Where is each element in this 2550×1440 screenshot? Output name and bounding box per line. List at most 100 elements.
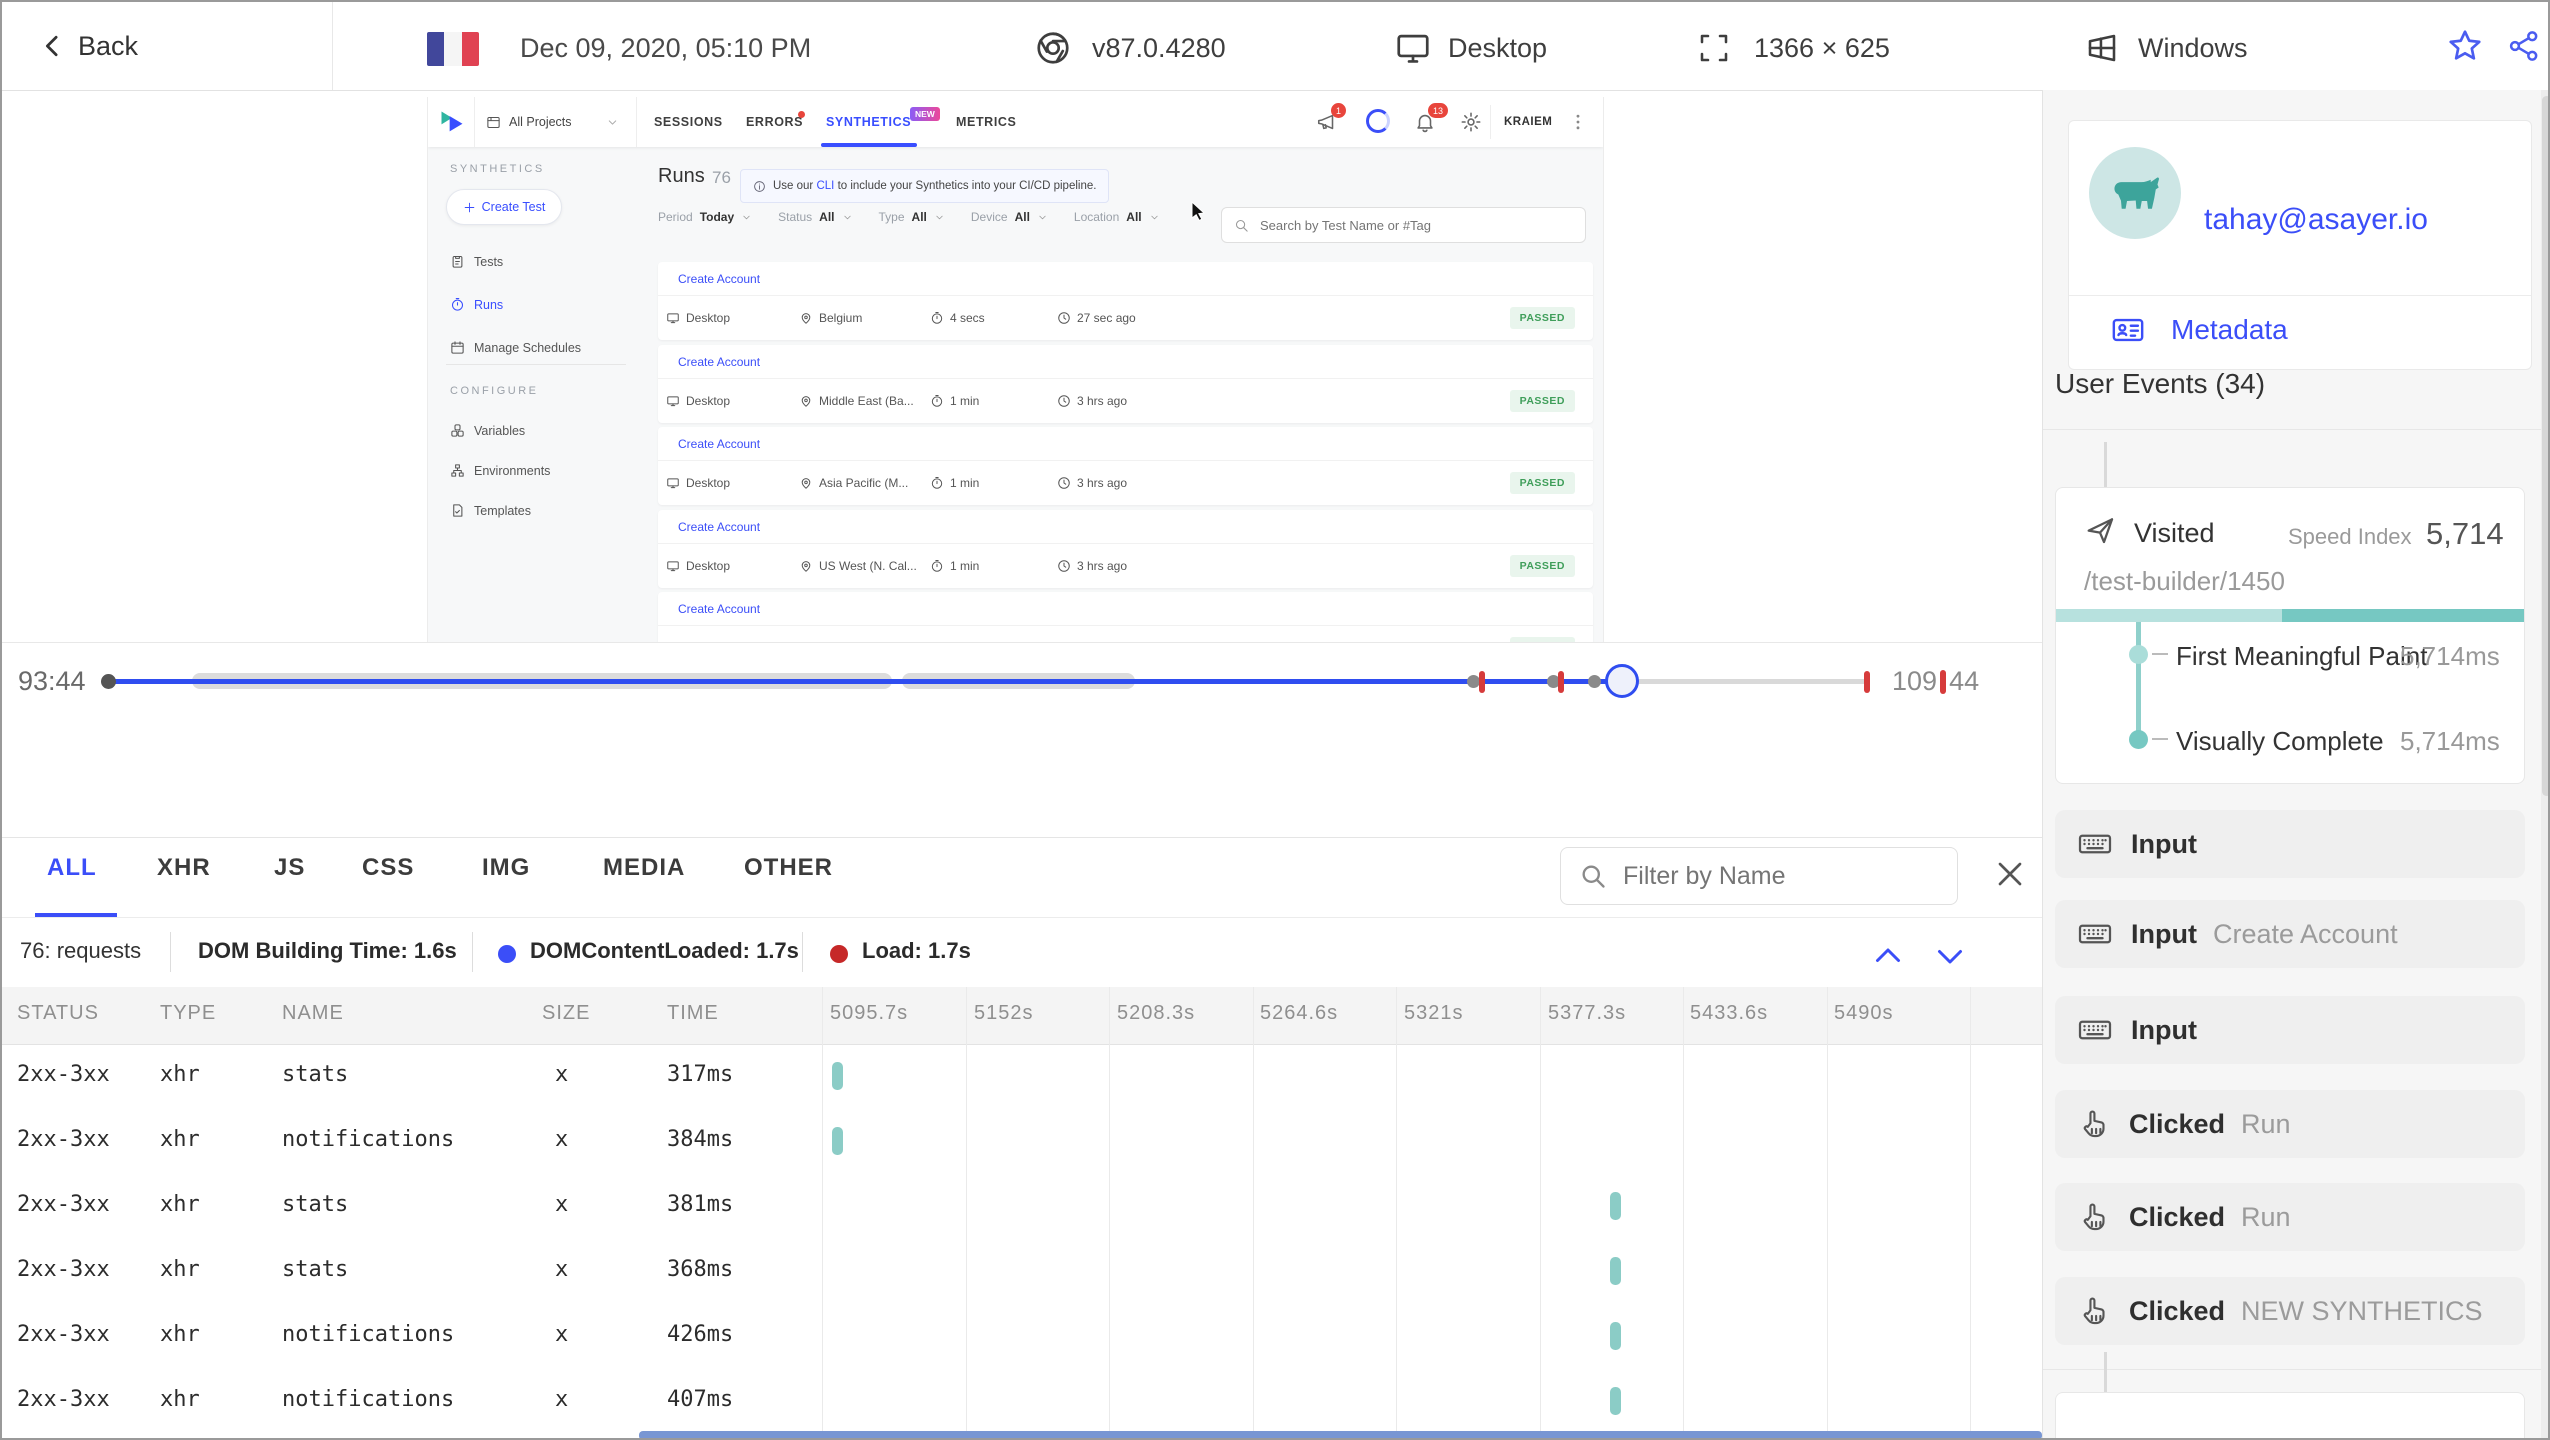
- sidebar-item-variables[interactable]: Variables: [450, 423, 525, 438]
- error-marker[interactable]: [1479, 671, 1485, 693]
- event-connector-line: [2104, 442, 2107, 487]
- network-row[interactable]: 2xx-3xx xhr notifications x 426ms: [2, 1304, 2042, 1369]
- runs-page-title: Runs: [658, 165, 705, 187]
- run-name-link[interactable]: Create Account: [658, 345, 1593, 379]
- location-pin-icon: [799, 311, 813, 325]
- status-badge: PASSED: [1509, 472, 1575, 494]
- network-tab-css[interactable]: CSS: [362, 854, 414, 882]
- divider: [636, 97, 637, 147]
- event-marker-dot[interactable]: [1588, 675, 1601, 688]
- chevron-down-icon: [842, 212, 853, 223]
- network-row[interactable]: 2xx-3xx xhr notifications x 407ms: [2, 1369, 2042, 1434]
- clock-icon: [1057, 476, 1071, 490]
- jump-up-icon[interactable]: [1870, 938, 1906, 974]
- event-item-input[interactable]: Input: [2055, 810, 2525, 878]
- tab-sessions[interactable]: SESSIONS: [654, 115, 723, 129]
- sidebar-item-templates[interactable]: Templates: [450, 503, 531, 518]
- filter-device[interactable]: Device All: [971, 210, 1048, 224]
- waterfall-bar: [1610, 1387, 1621, 1415]
- filter-type[interactable]: Type All: [879, 210, 945, 224]
- run-name-link[interactable]: Create Account: [658, 510, 1593, 544]
- next-event-card-partial[interactable]: [2055, 1392, 2525, 1438]
- network-tab-other[interactable]: OTHER: [744, 854, 833, 882]
- document-icon: [450, 503, 465, 518]
- domcontentloaded-dot: [498, 945, 516, 963]
- event-item-clicked[interactable]: Clicked Run: [2055, 1183, 2525, 1251]
- network-tab-xhr[interactable]: XHR: [157, 854, 211, 882]
- notifications-count-badge: 13: [1428, 103, 1448, 118]
- run-card[interactable]: Create Account Desktop Asia Pacific (M..…: [658, 427, 1593, 505]
- network-row[interactable]: 2xx-3xx xhr stats x 317ms: [2, 1044, 2042, 1109]
- sidebar-item-tests[interactable]: Tests: [450, 254, 503, 269]
- run-name-link[interactable]: Create Account: [658, 592, 1593, 626]
- kebab-menu-icon[interactable]: [1568, 111, 1588, 133]
- asayer-logo-icon: [438, 108, 466, 136]
- filter-status[interactable]: Status All: [778, 210, 852, 224]
- filter-period[interactable]: Period Today: [658, 210, 752, 224]
- metadata-button[interactable]: Metadata: [2111, 313, 2288, 347]
- event-item-clicked[interactable]: Clicked NEW SYNTHETICS: [2055, 1277, 2525, 1345]
- sidebar-item-environments[interactable]: Environments: [450, 463, 550, 478]
- tab-metrics[interactable]: METRICS: [956, 115, 1016, 129]
- horizontal-scrollbar[interactable]: [639, 1431, 2042, 1438]
- run-name-link[interactable]: Create Account: [658, 427, 1593, 461]
- back-button[interactable]: Back: [38, 2, 138, 90]
- network-tab-js[interactable]: JS: [274, 854, 305, 882]
- close-icon[interactable]: [1990, 854, 2030, 894]
- visited-event-card[interactable]: Visited Speed Index 5,714 /test-builder/…: [2055, 487, 2525, 784]
- error-marker[interactable]: [1558, 671, 1564, 693]
- divider: [472, 932, 473, 972]
- search-input[interactable]: [1258, 216, 1573, 234]
- event-item-input[interactable]: Input: [2055, 996, 2525, 1064]
- scrollbar-thumb[interactable]: [2542, 96, 2548, 796]
- playhead-handle[interactable]: [1605, 664, 1639, 698]
- run-card[interactable]: Create Account Desktop US West (N. Cal..…: [658, 510, 1593, 588]
- error-marker[interactable]: [1864, 671, 1870, 693]
- event-item-input[interactable]: Input Create Account: [2055, 900, 2525, 968]
- network-filter-box[interactable]: [1560, 847, 1958, 905]
- chevron-left-icon: [38, 31, 68, 61]
- sidebar-item-runs[interactable]: Runs: [450, 297, 503, 312]
- metric-value: 5,714ms: [2400, 641, 2500, 671]
- network-tab-media[interactable]: MEDIA: [603, 854, 685, 882]
- time-tick: 5377.3s: [1548, 1002, 1627, 1024]
- location-pin-icon: [799, 476, 813, 490]
- user-menu[interactable]: KRAIEM: [1504, 116, 1552, 128]
- monitor-icon: [666, 394, 680, 408]
- create-test-button[interactable]: Create Test: [446, 189, 562, 225]
- status-badge: PASSED: [1509, 555, 1575, 577]
- event-item-clicked[interactable]: Clicked Run: [2055, 1090, 2525, 1158]
- network-filter-input[interactable]: [1621, 860, 1939, 892]
- run-name-link[interactable]: Create Account: [658, 262, 1593, 296]
- session-date: Dec 09, 2020, 05:10 PM: [520, 33, 812, 63]
- favorite-star-icon[interactable]: [2446, 27, 2484, 65]
- network-row[interactable]: 2xx-3xx xhr stats x 368ms: [2, 1239, 2042, 1304]
- project-name: All Projects: [509, 115, 572, 129]
- session-player-window: Back Dec 09, 2020, 05:10 PM v87.0.4280 D…: [0, 0, 2550, 1440]
- sidebar-item-manage-schedules[interactable]: Manage Schedules: [450, 340, 581, 355]
- run-card[interactable]: Create Account Desktop Middle East (Ba..…: [658, 345, 1593, 423]
- filter-location[interactable]: Location All: [1074, 210, 1160, 224]
- tab-errors[interactable]: ERRORS: [746, 115, 803, 129]
- location-pin-icon: [799, 394, 813, 408]
- network-row[interactable]: 2xx-3xx xhr stats x 381ms: [2, 1174, 2042, 1239]
- project-selector[interactable]: All Projects: [486, 97, 619, 147]
- tab-synthetics[interactable]: SYNTHETICS: [826, 115, 911, 129]
- chrome-browser-icon: [1034, 29, 1072, 67]
- session-info-sidebar: tahay@asayer.io Metadata User Events (34…: [2042, 90, 2548, 1438]
- cli-link[interactable]: CLI: [816, 180, 834, 192]
- run-card[interactable]: Create Account Desktop Belgium 4 secs 27…: [658, 262, 1593, 340]
- network-row[interactable]: 2xx-3xx xhr notifications x 384ms: [2, 1109, 2042, 1174]
- jump-down-icon[interactable]: [1932, 938, 1968, 974]
- network-tab-all[interactable]: ALL: [47, 854, 97, 882]
- gear-icon[interactable]: [1460, 111, 1482, 133]
- desktop-monitor-icon: [1394, 29, 1432, 67]
- network-tab-img[interactable]: IMG: [482, 854, 530, 882]
- run-card[interactable]: Create Account Desktop Canada (Centr... …: [658, 592, 1593, 642]
- user-email-link[interactable]: tahay@asayer.io: [2204, 203, 2428, 237]
- visited-label: Visited: [2134, 518, 2215, 548]
- share-icon[interactable]: [2506, 28, 2542, 64]
- col-type: TYPE: [160, 1002, 217, 1024]
- test-search-box[interactable]: [1221, 207, 1586, 243]
- search-icon: [1234, 218, 1249, 233]
